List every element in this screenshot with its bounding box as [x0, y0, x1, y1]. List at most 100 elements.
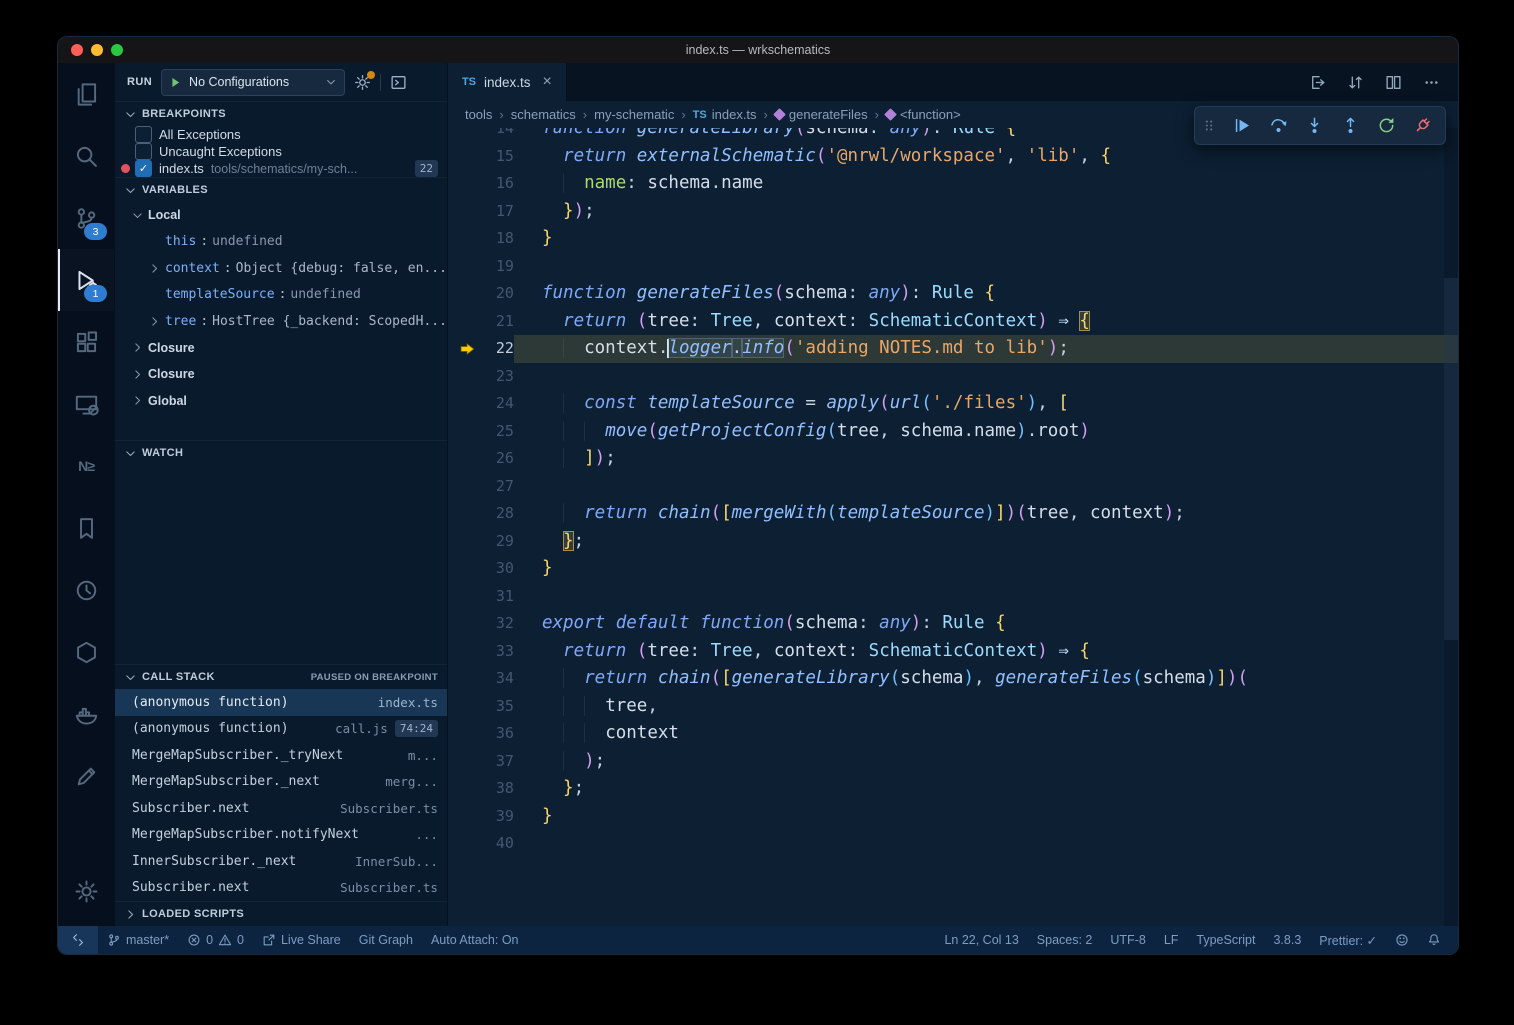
call-stack-frame[interactable]: MergeMapSubscriber._nextmerg... [115, 769, 447, 796]
code-line[interactable]: 31 [448, 583, 1458, 611]
line-number[interactable]: 24 [448, 390, 514, 418]
continue-button[interactable] [1233, 116, 1252, 135]
variables-scope-global[interactable]: Global [115, 388, 447, 415]
line-number[interactable]: 37 [448, 748, 514, 776]
configurations-dropdown[interactable]: No Configurations [161, 69, 345, 96]
activity-item-snippets[interactable] [58, 745, 114, 807]
code-line[interactable]: 27 [448, 473, 1458, 501]
activity-item-docker[interactable] [58, 683, 114, 745]
line-number[interactable]: 27 [448, 473, 514, 501]
code-line[interactable]: 15 return externalSchematic('@nrwl/works… [448, 143, 1458, 171]
activity-item-nx-console[interactable]: N≥ [58, 435, 114, 497]
step-over-button[interactable] [1269, 116, 1288, 135]
code-editor[interactable]: 14function generateLibrary(schema: any):… [448, 128, 1458, 926]
line-number[interactable]: 32 [448, 610, 514, 638]
code-line[interactable]: 39} [448, 803, 1458, 831]
status-notifications[interactable] [1418, 926, 1450, 954]
breadcrumb-item[interactable]: my-schematic [594, 107, 674, 122]
loaded-scripts-header[interactable]: LOADED SCRIPTS [115, 901, 447, 926]
variable-row[interactable]: context: Object {debug: false, en... [115, 255, 447, 282]
code-line[interactable]: 30} [448, 555, 1458, 583]
status-cursor-position[interactable]: Ln 22, Col 13 [935, 926, 1027, 954]
code-line[interactable]: 26 ]); [448, 445, 1458, 473]
scrollbar[interactable] [1444, 128, 1458, 926]
minimize-window-button[interactable] [91, 44, 103, 56]
code-line[interactable]: 20function generateFiles(schema: any): R… [448, 280, 1458, 308]
close-window-button[interactable] [71, 44, 83, 56]
line-number[interactable]: 36 [448, 720, 514, 748]
restart-button[interactable] [1377, 116, 1396, 135]
line-number[interactable]: 18 [448, 225, 514, 253]
line-number[interactable]: 40 [448, 830, 514, 858]
breadcrumb-item[interactable]: schematics [511, 107, 576, 122]
breakpoint-row[interactable]: ✓Uncaught Exceptions [115, 143, 447, 160]
split-editor-icon[interactable] [1385, 74, 1402, 91]
code-line[interactable]: 36 context [448, 720, 1458, 748]
breakpoint-checkbox[interactable]: ✓ [135, 126, 152, 143]
line-number[interactable]: 39 [448, 803, 514, 831]
code-line[interactable]: 25 move(getProjectConfig(tree, schema.na… [448, 418, 1458, 446]
breakpoint-checkbox[interactable]: ✓ [135, 160, 152, 177]
code-line[interactable]: 28 return chain([mergeWith(templateSourc… [448, 500, 1458, 528]
variable-row[interactable]: templateSource: undefined [115, 282, 447, 309]
call-stack-frame[interactable]: InnerSubscriber._nextInnerSub... [115, 848, 447, 875]
watch-header[interactable]: WATCH [115, 440, 447, 465]
status-live-share[interactable]: Live Share [253, 926, 350, 954]
zoom-window-button[interactable] [111, 44, 123, 56]
line-number[interactable]: 30 [448, 555, 514, 583]
status-encoding[interactable]: UTF-8 [1101, 926, 1154, 954]
debug-console-button[interactable] [390, 74, 407, 91]
status-indentation[interactable]: Spaces: 2 [1028, 926, 1102, 954]
line-number[interactable]: 26 [448, 445, 514, 473]
code-line[interactable]: 21 return (tree: Tree, context: Schemati… [448, 308, 1458, 336]
line-number[interactable]: 28 [448, 500, 514, 528]
code-line[interactable]: 23 [448, 363, 1458, 391]
call-stack-frame[interactable]: MergeMapSubscriber._tryNextm... [115, 742, 447, 769]
variable-row[interactable]: tree: HostTree {_backend: ScopedH... [115, 308, 447, 335]
start-debugging-icon[interactable] [169, 76, 182, 89]
line-number[interactable]: 20 [448, 280, 514, 308]
activity-item-run-debug[interactable]: 1 [58, 249, 114, 311]
status-problems[interactable]: 00 [178, 926, 253, 954]
status-language-mode[interactable]: TypeScript [1187, 926, 1264, 954]
status-branch[interactable]: master* [98, 926, 178, 954]
code-line[interactable]: 32export default function(schema: any): … [448, 610, 1458, 638]
configure-launch-button[interactable] [354, 74, 371, 91]
call-stack-frame[interactable]: (anonymous function)index.ts [115, 689, 447, 716]
breadcrumb-item[interactable]: TSindex.ts [693, 107, 757, 122]
line-number[interactable]: 23 [448, 363, 514, 391]
status-git-graph[interactable]: Git Graph [350, 926, 422, 954]
line-number[interactable]: 17 [448, 198, 514, 226]
line-number[interactable]: 15 [448, 143, 514, 171]
status-feedback[interactable] [1386, 926, 1418, 954]
variables-header[interactable]: VARIABLES [115, 177, 447, 202]
status-eol[interactable]: LF [1155, 926, 1188, 954]
activity-item-settings[interactable] [58, 860, 114, 922]
code-line[interactable]: 40 [448, 830, 1458, 858]
variables-scope-local[interactable]: Local [115, 202, 447, 229]
activity-item-search[interactable] [58, 125, 114, 187]
code-line[interactable]: 29 }; [448, 528, 1458, 556]
activity-item-source-control[interactable]: 3 [58, 187, 114, 249]
tab-index-ts[interactable]: TS index.ts × [448, 63, 567, 101]
call-stack-frame[interactable]: Subscriber.nextSubscriber.ts [115, 875, 447, 902]
line-number[interactable]: 19 [448, 253, 514, 281]
variable-row[interactable]: this: undefined [115, 229, 447, 256]
scrollbar-thumb[interactable] [1444, 278, 1458, 640]
call-stack-frame[interactable]: (anonymous function)call.js74:24 [115, 716, 447, 743]
code-line[interactable]: 19 [448, 253, 1458, 281]
code-line[interactable]: 22 context.logger.info('adding NOTES.md … [448, 335, 1458, 363]
breakpoint-row[interactable]: ✓All Exceptions [115, 126, 447, 143]
line-number[interactable]: 22 [448, 335, 514, 363]
compare-changes-icon[interactable] [1347, 74, 1364, 91]
disconnect-button[interactable] [1413, 116, 1432, 135]
line-number[interactable]: 14 [448, 128, 514, 143]
line-number[interactable]: 38 [448, 775, 514, 803]
call-stack-header[interactable]: CALL STACK PAUSED ON BREAKPOINT [115, 664, 447, 689]
line-number[interactable]: 21 [448, 308, 514, 336]
breadcrumb-item[interactable]: tools [465, 107, 492, 122]
breakpoints-header[interactable]: BREAKPOINTS [115, 101, 447, 126]
activity-item-remote-explorer[interactable] [58, 373, 114, 435]
status-typescript-version[interactable]: 3.8.3 [1264, 926, 1310, 954]
code-line[interactable]: 24 const templateSource = apply(url('./f… [448, 390, 1458, 418]
